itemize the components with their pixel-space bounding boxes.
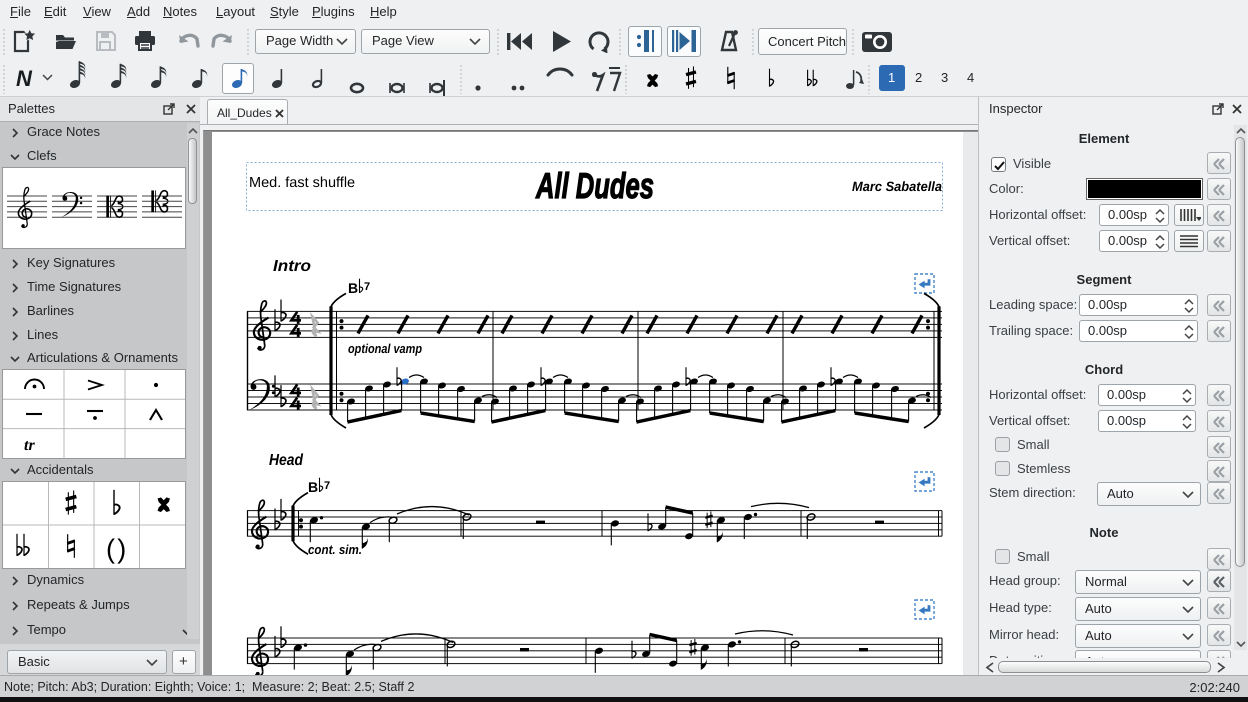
- svg-text:7: 7: [324, 480, 330, 492]
- svg-text:cont. sim.: cont. sim.: [308, 542, 362, 557]
- svg-text:optional vamp: optional vamp: [348, 341, 422, 356]
- svg-text:Intro: Intro: [273, 258, 311, 275]
- svg-text:tr: tr: [24, 437, 35, 454]
- svg-text:B: B: [308, 479, 318, 495]
- svg-text:Med. fast shuffle: Med. fast shuffle: [249, 175, 355, 191]
- svg-text:( ): ( ): [106, 534, 126, 564]
- svg-text:Head: Head: [269, 452, 304, 469]
- svg-text:All Dudes: All Dudes: [535, 165, 654, 206]
- svg-text:Marc Sabatella: Marc Sabatella: [852, 179, 942, 194]
- svg-text:B: B: [348, 280, 358, 296]
- svg-text:7: 7: [364, 281, 370, 293]
